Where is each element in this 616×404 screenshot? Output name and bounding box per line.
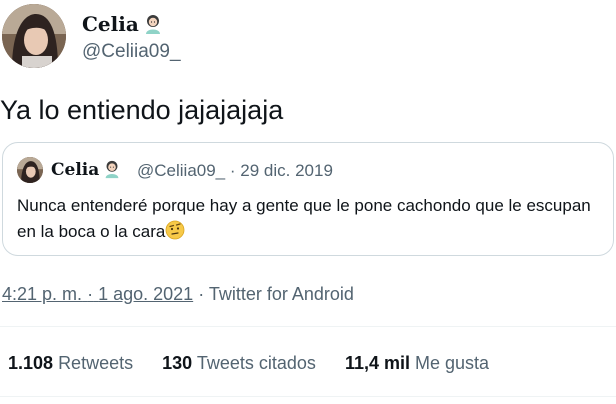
author-avatar-image: [2, 4, 66, 68]
tweet-author: Celia @Celiia09_: [2, 4, 602, 68]
likes-count: 11,4 mil: [344, 353, 410, 373]
tweet-timestamp: 4:21 p. m. · 1 ago. 2021 · Twitter for A…: [2, 283, 354, 305]
quoted-author-display-name: Celia: [51, 159, 122, 181]
likes-label: Me gusta: [415, 353, 490, 373]
tweet-date: 1 ago. 2021: [98, 284, 194, 304]
quoted-author-avatar: [17, 157, 43, 183]
quoted-tweet-header: Celia @Celiia09_ · 29 dic. 2019: [17, 157, 597, 183]
quoted-tweet-text: Nunca entenderé porque hay a gente que l…: [17, 193, 597, 245]
quoted-meta-separator: ·: [229, 161, 236, 180]
retweets-label: Retweets: [58, 353, 134, 373]
quotes-label: Tweets citados: [196, 353, 316, 373]
tweet-source[interactable]: Twitter for Android: [209, 284, 354, 304]
quotes-stat[interactable]: 130 Tweets citados: [162, 352, 316, 374]
divider-bottom: [0, 396, 616, 397]
author-avatar[interactable]: [2, 4, 66, 68]
quoted-author-handle: @Celiia09_: [137, 161, 226, 180]
likes-stat[interactable]: 11,4 mil Me gusta: [345, 352, 489, 374]
quoted-tweet-date: 29 dic. 2019: [240, 161, 333, 180]
author-names: Celia @Celiia09_: [82, 12, 181, 64]
person-emoji-icon: [102, 159, 122, 179]
quoted-tweet-card[interactable]: Celia @Celiia09_ · 29 dic. 2019 Nunca en…: [2, 142, 614, 256]
date-source-separator: ·: [198, 284, 205, 304]
quoted-tweet-meta: @Celiia09_ · 29 dic. 2019: [137, 160, 333, 182]
quoted-tweet-text-content: Nunca entenderé porque hay a gente que l…: [17, 196, 591, 241]
tweet-text: Ya lo entiendo jajajajaja: [0, 95, 284, 125]
quotes-count: 130: [162, 353, 193, 373]
divider-top: [0, 326, 616, 327]
retweets-stat[interactable]: 1.108 Retweets: [8, 352, 133, 374]
author-display-name[interactable]: Celia: [82, 12, 139, 36]
raised-eyebrow-emoji-icon: [165, 220, 185, 240]
retweets-count: 1.108: [8, 353, 54, 373]
tweet-stats: 1.108 Retweets 130 Tweets citados 11,4 m…: [8, 352, 513, 374]
tweet-time-link[interactable]: 4:21 p. m. · 1 ago. 2021: [2, 284, 193, 304]
time-date-separator: ·: [87, 284, 94, 304]
author-handle[interactable]: @Celiia09_: [82, 40, 181, 64]
quoted-author-name-text: Celia: [51, 160, 100, 180]
person-emoji-icon: [142, 13, 164, 35]
tweet-time: 4:21 p. m.: [2, 284, 83, 304]
quoted-avatar-image: [17, 157, 43, 183]
